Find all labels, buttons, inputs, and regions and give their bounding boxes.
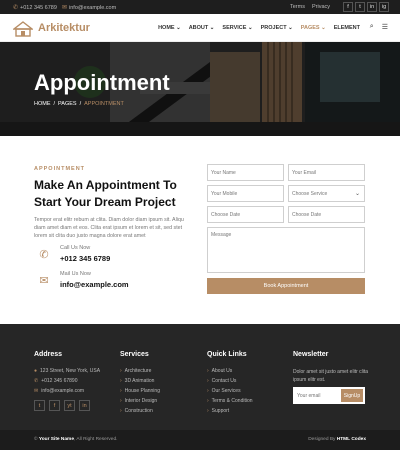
twitter-icon[interactable]: t	[355, 2, 365, 12]
section-title: Make An Appointment To Start Your Dream …	[34, 178, 177, 209]
quick-link[interactable]: › Our Services	[207, 388, 253, 394]
quick-link[interactable]: › Support	[207, 408, 253, 414]
nav-item-project[interactable]: PROJECT ⌄	[261, 25, 293, 31]
designer-credit: Designed By HTML Codex	[308, 437, 366, 442]
service-link[interactable]: › 3D Animation	[120, 378, 160, 384]
call-us-block: ✆ Call Us Now +012 345 6789	[34, 244, 110, 264]
chevron-right-icon: ›	[207, 398, 209, 404]
chevron-right-icon: ›	[207, 368, 209, 374]
linkedin-icon[interactable]: in	[367, 2, 377, 12]
chevron-right-icon: ›	[120, 398, 122, 404]
book-appointment-button[interactable]: Book Appointment	[207, 278, 365, 294]
page-title: Appointment	[34, 70, 170, 95]
service-link[interactable]: › House Planning	[120, 388, 160, 394]
service-link[interactable]: › Architecture	[120, 368, 160, 374]
youtube-icon[interactable]: yt	[64, 400, 75, 411]
service-link[interactable]: › Interior Design	[120, 398, 160, 404]
newsletter-form: SignUp	[293, 387, 365, 404]
signup-button[interactable]: SignUp	[341, 389, 363, 402]
terms-link[interactable]: Terms	[290, 4, 305, 10]
section-subtitle: APPOINTMENT	[34, 166, 86, 172]
topbar-email: ✉ info@example.com	[62, 4, 117, 12]
breadcrumb: HOME / PAGES / APPOINTMENT	[34, 101, 124, 107]
chevron-right-icon: ›	[207, 378, 209, 384]
copyright-bar: © Your Site Name, All Right Reserved. De…	[0, 430, 400, 450]
phone-icon: ✆	[13, 5, 19, 11]
chevron-down-icon: ⌄	[319, 25, 326, 31]
section-description: Tempor erat elitr rebum at clita. Diam d…	[34, 217, 184, 239]
quick-link[interactable]: › About Us	[207, 368, 253, 374]
envelope-icon: ✉	[62, 5, 68, 11]
twitter-icon[interactable]: t	[34, 400, 45, 411]
map-marker-icon: ●	[34, 368, 38, 374]
chevron-right-icon: ›	[120, 388, 122, 394]
message-textarea[interactable]: Message	[207, 227, 365, 273]
breadcrumb-current: APPOINTMENT	[84, 101, 124, 107]
chevron-right-icon: ›	[120, 378, 122, 384]
footer: Address ● 123 Street, New York, USA ✆ +012…	[0, 324, 400, 430]
chevron-right-icon: ›	[207, 408, 209, 414]
logo-icon[interactable]	[13, 21, 33, 37]
chevron-right-icon: ›	[120, 368, 122, 374]
newsletter-text: Dolor amet sit justo amet elitr clita ip…	[293, 369, 369, 383]
linkedin-icon[interactable]: in	[79, 400, 90, 411]
call-label: Call Us Now	[60, 245, 91, 251]
nav-item-service[interactable]: SERVICE ⌄	[222, 25, 252, 31]
chevron-down-icon: ⌄	[246, 25, 253, 31]
service-select[interactable]: Choose Service ⌄	[288, 185, 365, 202]
nav-item-home[interactable]: HOME ⌄	[158, 25, 181, 31]
topbar-phone: ✆ +012 345 6789	[13, 4, 57, 12]
privacy-link[interactable]: Privacy	[312, 4, 330, 10]
service-link[interactable]: › Construction	[120, 408, 160, 414]
nav-item-element[interactable]: ELEMENT	[334, 25, 360, 31]
breadcrumb-home[interactable]: HOME	[34, 101, 51, 107]
page-header: Appointment HOME / PAGES / APPOINTMENT	[0, 42, 400, 136]
footer-address: Address ● 123 Street, New York, USA ✆ +012…	[34, 351, 100, 411]
instagram-icon[interactable]: ig	[379, 2, 389, 12]
chevron-down-icon: ⌄	[286, 25, 293, 31]
quick-link[interactable]: › Contact Us	[207, 378, 253, 384]
nav-item-about[interactable]: ABOUT ⌄	[189, 25, 215, 31]
envelope-icon: ✉	[34, 388, 39, 394]
chevron-right-icon: ›	[120, 408, 122, 414]
navbar: Arkitektur HOME ⌄ ABOUT ⌄ SERVICE ⌄ PROJECT…	[0, 14, 400, 42]
designer-link[interactable]: HTML Codex	[337, 437, 366, 442]
time-field[interactable]: Choose Date	[288, 206, 365, 223]
mail-us-block: ✉ Mail Us Now info@example.com	[34, 270, 129, 290]
footer-quick-links: Quick Links › About Us › Contact Us › Our Ser…	[207, 351, 253, 414]
nav-item-pages[interactable]: PAGES ⌄	[301, 25, 326, 31]
chevron-down-icon: ⌄	[354, 191, 360, 197]
newsletter-email-input[interactable]	[293, 392, 337, 399]
phone-icon: ✆	[39, 248, 49, 261]
brand-name[interactable]: Arkitektur	[38, 22, 90, 34]
main-menu: HOME ⌄ ABOUT ⌄ SERVICE ⌄ PROJECT ⌄ PAGES ⌄ EL…	[158, 25, 360, 31]
top-bar: ✆ +012 345 6789 ✉ info@example.com Terms…	[0, 0, 400, 14]
mail-label: Mail Us Now	[60, 271, 91, 277]
chevron-right-icon: ›	[207, 388, 209, 394]
email-field[interactable]: Your Email	[288, 164, 365, 181]
call-value: +012 345 6789	[60, 254, 111, 263]
copyright-text: © Your Site Name, All Right Reserved.	[34, 437, 118, 442]
breadcrumb-pages[interactable]: PAGES	[58, 101, 77, 107]
envelope-icon: ✉	[39, 274, 49, 287]
date-field[interactable]: Choose Date	[207, 206, 284, 223]
facebook-icon[interactable]: f	[343, 2, 353, 12]
footer-newsletter: Newsletter Dolor amet sit justo amet eli…	[293, 351, 373, 384]
chevron-down-icon: ⌄	[208, 25, 215, 31]
name-field[interactable]: Your Name	[207, 164, 284, 181]
mobile-field[interactable]: Your Mobile	[207, 185, 284, 202]
chevron-down-icon: ⌄	[174, 25, 181, 31]
site-name-link[interactable]: Your Site Name	[39, 437, 74, 442]
menu-icon[interactable]: ☰	[382, 23, 388, 31]
phone-icon: ✆	[34, 378, 39, 384]
quick-link[interactable]: › Terms & Condition	[207, 398, 253, 404]
mail-value: info@example.com	[60, 280, 129, 289]
search-icon[interactable]: ⌕	[370, 23, 374, 31]
facebook-icon[interactable]: f	[49, 400, 60, 411]
footer-services: Services › Architecture › 3D Animation › Hous…	[120, 351, 160, 414]
